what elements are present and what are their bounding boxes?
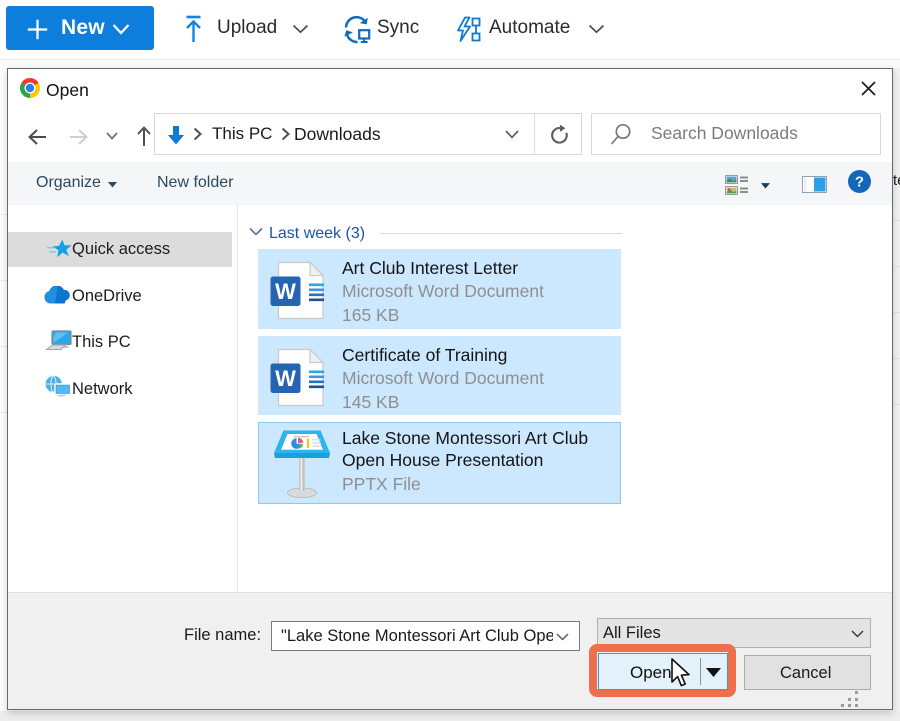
svg-text:?: ? [855, 174, 864, 191]
svg-text:W: W [275, 279, 296, 304]
svg-text:W: W [275, 366, 296, 391]
